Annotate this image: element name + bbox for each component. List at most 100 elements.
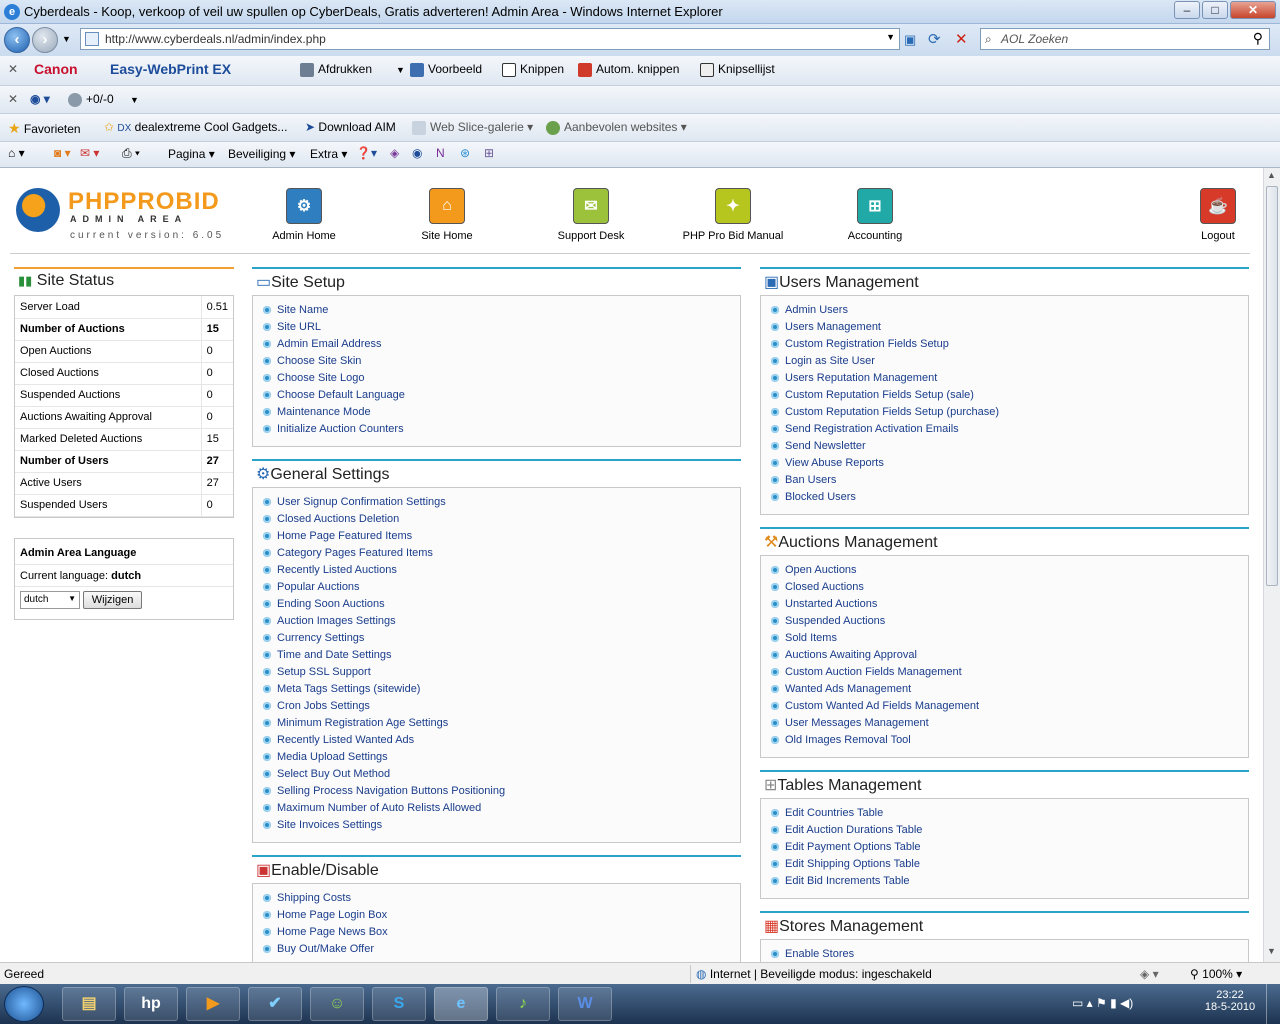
admin-link[interactable]: Home Page Featured Items (263, 528, 730, 545)
admin-link[interactable]: Admin Users (771, 302, 1238, 319)
rank-counter[interactable]: +0/-0 (68, 92, 114, 107)
explorer-taskbar-button[interactable]: ▤ (62, 987, 116, 1021)
toolbar-close-icon[interactable]: ✕ (8, 62, 18, 76)
admin-link[interactable]: Send Newsletter (771, 438, 1238, 455)
admin-link[interactable]: Sold Items (771, 630, 1238, 647)
print-button[interactable]: Afdrukken (300, 62, 372, 77)
admin-link[interactable]: Send Registration Activation Emails (771, 421, 1238, 438)
admin-link[interactable]: Initialize Auction Counters (263, 421, 730, 438)
stop-icon[interactable]: ✕ (955, 30, 968, 48)
admin-link[interactable]: Media Upload Settings (263, 749, 730, 766)
hp-taskbar-button[interactable]: hp (124, 987, 178, 1021)
search-icon[interactable]: ⚲ (1253, 30, 1263, 47)
admin-link[interactable]: Edit Bid Increments Table (771, 873, 1238, 890)
admin-link[interactable]: Meta Tags Settings (sitewide) (263, 681, 730, 698)
forward-button[interactable]: › (32, 27, 58, 53)
skype-taskbar-button[interactable]: S (372, 987, 426, 1021)
admin-link[interactable]: Edit Countries Table (771, 805, 1238, 822)
admin-link[interactable]: Custom Wanted Ad Fields Management (771, 698, 1238, 715)
admin-link[interactable]: Setup SSL Support (263, 664, 730, 681)
minimize-button[interactable]: – (1174, 1, 1200, 19)
admin-link[interactable]: Shipping Costs (263, 890, 730, 907)
admin-link[interactable]: View Abuse Reports (771, 455, 1238, 472)
admin-link[interactable]: Wanted Ads Management (771, 681, 1238, 698)
rank-dropdown-icon[interactable]: ▼ (130, 95, 139, 105)
admin-link[interactable]: Blocked Users (771, 489, 1238, 506)
admin-link[interactable]: Home Page News Box (263, 924, 730, 941)
word-taskbar-button[interactable]: W (558, 987, 612, 1021)
admin-link[interactable]: Auction Images Settings (263, 613, 730, 630)
autoclip-button[interactable]: Autom. knippen (578, 62, 679, 77)
protected-mode-icon[interactable]: ◈ ▾ (1140, 967, 1159, 981)
admin-link[interactable]: Edit Payment Options Table (771, 839, 1238, 856)
skype-addon-icon[interactable]: ⊛ (460, 146, 470, 160)
nav-manual[interactable]: ✦ PHP Pro Bid Manual (678, 188, 788, 242)
admin-link[interactable]: Open Auctions (771, 562, 1238, 579)
admin-link[interactable]: Cron Jobs Settings (263, 698, 730, 715)
history-dropdown-icon[interactable]: ▼ (62, 34, 71, 44)
admin-link[interactable]: Recently Listed Auctions (263, 562, 730, 579)
admin-link[interactable]: Suspended Auctions (771, 613, 1238, 630)
admin-link[interactable]: Enable Stores (771, 946, 1238, 962)
admin-link[interactable]: Choose Site Logo (263, 370, 730, 387)
maximize-button[interactable]: □ (1202, 1, 1228, 19)
admin-link[interactable]: Ban Users (771, 472, 1238, 489)
admin-link[interactable]: Maximum Number of Auto Relists Allowed (263, 800, 730, 817)
nav-site-home[interactable]: ⌂ Site Home (407, 188, 487, 242)
url-field[interactable]: http://www.cyberdeals.nl/admin/index.php… (80, 28, 900, 50)
admin-link[interactable]: Closed Auctions (771, 579, 1238, 596)
admin-link[interactable]: Admin Email Address (263, 336, 730, 353)
url-dropdown-icon[interactable]: ▼ (886, 32, 895, 42)
onenote-icon[interactable]: N (436, 146, 445, 160)
nav-admin-home[interactable]: ⚙ Admin Home (264, 188, 344, 242)
admin-link[interactable]: Popular Auctions (263, 579, 730, 596)
language-select[interactable]: dutch ▼ (20, 591, 80, 609)
search-field[interactable]: ⌕ AOL Zoeken ⚲ (980, 28, 1270, 50)
zoom-control[interactable]: ⚲ 100% ▾ (1190, 967, 1242, 981)
back-button[interactable]: ‹ (4, 27, 30, 53)
scroll-thumb[interactable] (1266, 186, 1278, 586)
admin-link[interactable]: Closed Auctions Deletion (263, 511, 730, 528)
admin-link[interactable]: Edit Shipping Options Table (771, 856, 1238, 873)
admin-link[interactable]: Currency Settings (263, 630, 730, 647)
scroll-up-icon[interactable]: ▲ (1267, 170, 1276, 180)
start-button[interactable] (4, 986, 44, 1022)
admin-link[interactable]: Home Page Login Box (263, 907, 730, 924)
tools-menu[interactable]: Extra ▾ (310, 147, 347, 161)
admin-link[interactable]: Old Images Removal Tool (771, 732, 1238, 749)
nav-accounting[interactable]: ⊞ Accounting (835, 188, 915, 242)
tasks-taskbar-button[interactable]: ✔ (248, 987, 302, 1021)
page-menu[interactable]: Pagina ▾ (168, 147, 215, 161)
admin-link[interactable]: Users Reputation Management (771, 370, 1238, 387)
favorite-item-suggested[interactable]: Aanbevolen websites ▾ (546, 120, 687, 135)
addon-icon-3[interactable]: ⊞ (484, 146, 494, 160)
admin-link[interactable]: Custom Reputation Fields Setup (purchase… (771, 404, 1238, 421)
admin-link[interactable]: Choose Default Language (263, 387, 730, 404)
admin-link[interactable]: Maintenance Mode (263, 404, 730, 421)
rss-icon[interactable]: ◙ ▾ (54, 146, 71, 160)
printer-icon[interactable]: ⎙ ▾ (122, 146, 140, 161)
favorite-item-dealextreme[interactable]: ✩ DX dealextreme Cool Gadgets... (104, 120, 287, 134)
admin-link[interactable]: Category Pages Featured Items (263, 545, 730, 562)
media-taskbar-button[interactable]: ▶ (186, 987, 240, 1021)
admin-link[interactable]: Site URL (263, 319, 730, 336)
clock[interactable]: 23:22 18-5-2010 (1198, 989, 1262, 1013)
safety-menu[interactable]: Beveiliging ▾ (228, 147, 295, 161)
admin-link[interactable]: Users Management (771, 319, 1238, 336)
admin-link[interactable]: Ending Soon Auctions (263, 596, 730, 613)
zone-indicator[interactable]: ◍ Internet | Beveiligde modus: ingeschak… (696, 967, 932, 981)
admin-link[interactable]: Site Name (263, 302, 730, 319)
vertical-scrollbar[interactable]: ▲ ▼ (1263, 168, 1280, 962)
show-desktop-button[interactable] (1266, 984, 1280, 1024)
admin-link[interactable]: Unstarted Auctions (771, 596, 1238, 613)
ie-taskbar-button[interactable]: e (434, 987, 488, 1021)
admin-link[interactable]: Buy Out/Make Offer (263, 941, 730, 958)
preview-dropdown-icon[interactable]: ▼ (396, 65, 405, 75)
change-language-button[interactable]: Wijzigen (82, 591, 143, 609)
nav-logout[interactable]: ☕ Logout (1188, 188, 1248, 242)
admin-link[interactable]: Recently Listed Wanted Ads (263, 732, 730, 749)
favorite-item-webslice[interactable]: Web Slice-galerie ▾ (412, 120, 533, 135)
app-taskbar-button[interactable]: ♪ (496, 987, 550, 1021)
messenger-taskbar-button[interactable]: ☺ (310, 987, 364, 1021)
admin-link[interactable]: Select Buy Out Method (263, 766, 730, 783)
